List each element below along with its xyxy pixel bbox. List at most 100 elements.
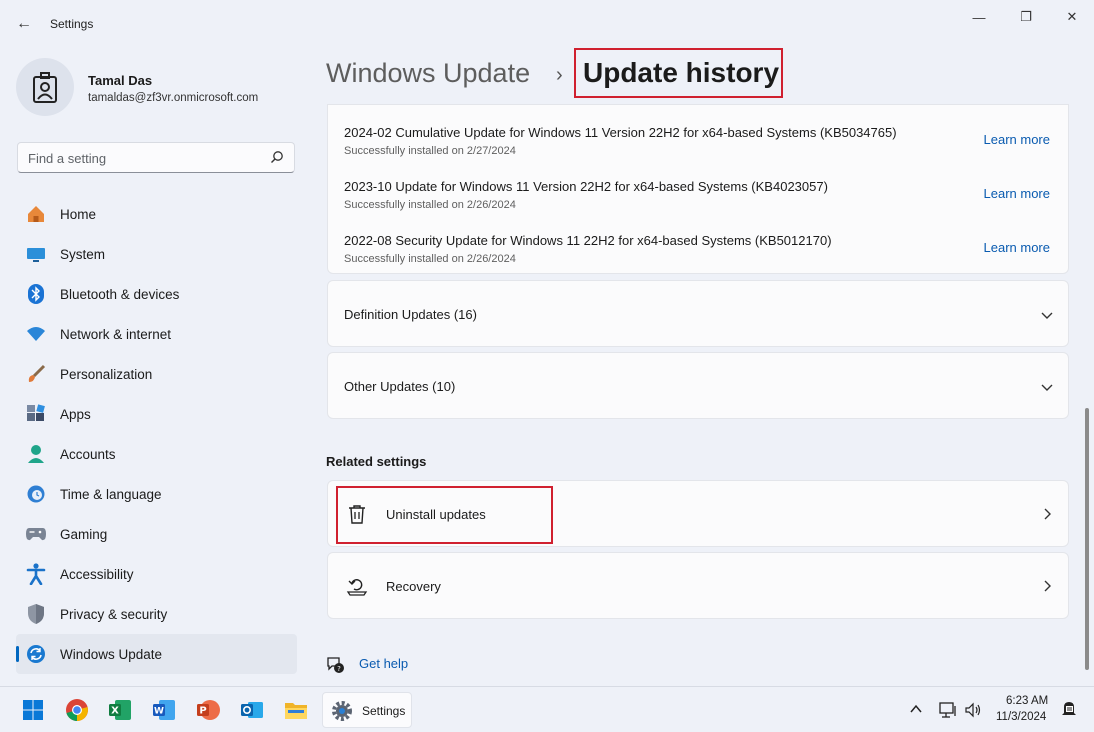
- search-placeholder: Find a setting: [28, 151, 107, 166]
- svg-text:W: W: [154, 707, 164, 717]
- gamepad-icon: [25, 523, 47, 545]
- highlight-box-title: [574, 48, 783, 98]
- update-status: Successfully installed on 2/27/2024: [344, 145, 516, 157]
- brush-icon: [25, 363, 47, 385]
- update-status: Successfully installed on 2/26/2024: [344, 253, 516, 265]
- sidebar-item-label: Home: [60, 206, 97, 222]
- sidebar-item-label: Network & internet: [60, 326, 172, 342]
- sidebar-item-label: System: [60, 246, 106, 262]
- list-item: 2024-02 Cumulative Update for Windows 11…: [344, 125, 1052, 169]
- learn-more-link[interactable]: Learn more: [984, 240, 1050, 255]
- id-badge-icon: [33, 72, 57, 103]
- user-email: tamaldas@zf3vr.onmicrosoft.com: [88, 92, 259, 104]
- taskbar: X W P Settings 6:23 AM 11/3/2024: [0, 686, 1094, 732]
- avatar: [16, 58, 74, 116]
- chrome-icon[interactable]: [64, 697, 90, 723]
- update-title: 2024-02 Cumulative Update for Windows 11…: [344, 125, 897, 140]
- shield-icon: [25, 603, 47, 625]
- sidebar-item-time-language[interactable]: Time & language: [16, 474, 297, 514]
- sidebar-nav: Home System Bluetooth & devices Network …: [16, 194, 297, 674]
- svg-text:P: P: [199, 706, 206, 717]
- update-title: 2022-08 Security Update for Windows 11 2…: [344, 233, 832, 248]
- clock-globe-icon: [25, 483, 47, 505]
- close-button[interactable]: ✕: [1049, 6, 1094, 28]
- sidebar-item-accessibility[interactable]: Accessibility: [16, 554, 297, 594]
- user-name: Tamal Das: [88, 73, 153, 88]
- taskbar-settings-button[interactable]: Settings: [322, 692, 412, 728]
- highlight-box-uninstall: [336, 486, 553, 544]
- chevron-up-icon[interactable]: [909, 702, 923, 719]
- sidebar-item-bluetooth[interactable]: Bluetooth & devices: [16, 274, 297, 314]
- sidebar-item-label: Apps: [60, 406, 91, 422]
- breadcrumb-separator: ›: [556, 64, 563, 86]
- gear-icon: [332, 701, 352, 721]
- sidebar-item-label: Personalization: [60, 366, 153, 382]
- chevron-right-icon: [1044, 508, 1051, 520]
- svg-text:X: X: [111, 706, 119, 717]
- maximize-button[interactable]: ❐: [1003, 6, 1049, 28]
- sidebar-item-personalization[interactable]: Personalization: [16, 354, 297, 394]
- clock-time[interactable]: 6:23 AM: [1006, 695, 1048, 707]
- notification-icon[interactable]: [1061, 700, 1077, 721]
- search-input[interactable]: Find a setting: [17, 142, 295, 173]
- quality-updates-list: 2024-02 Cumulative Update for Windows 11…: [327, 104, 1069, 274]
- chevron-down-icon: [1041, 384, 1053, 391]
- accessibility-icon: [25, 563, 47, 585]
- sidebar-item-label: Windows Update: [60, 646, 163, 662]
- sidebar-item-windows-update[interactable]: Windows Update: [16, 634, 297, 674]
- recovery-label: Recovery: [386, 579, 441, 594]
- outlook-icon[interactable]: [239, 697, 265, 723]
- excel-icon[interactable]: X: [107, 697, 133, 723]
- vertical-scrollbar[interactable]: [1085, 408, 1089, 670]
- start-icon[interactable]: [20, 697, 46, 723]
- windows-update-icon: [25, 643, 47, 665]
- sidebar-item-label: Time & language: [60, 486, 162, 502]
- powerpoint-icon[interactable]: P: [195, 697, 221, 723]
- sidebar-item-label: Gaming: [60, 526, 108, 542]
- monitor-icon: [25, 243, 47, 265]
- chevron-down-icon: [1041, 312, 1053, 319]
- user-profile[interactable]: Tamal Das tamaldas@zf3vr.onmicrosoft.com: [16, 58, 306, 118]
- bluetooth-icon: [25, 283, 47, 305]
- sidebar-item-label: Accounts: [60, 446, 116, 462]
- sidebar-item-accounts[interactable]: Accounts: [16, 434, 297, 474]
- get-help-label: Get help: [359, 656, 409, 671]
- network-icon[interactable]: [939, 702, 957, 721]
- chevron-right-icon: [1044, 580, 1051, 592]
- sidebar-item-system[interactable]: System: [16, 234, 297, 274]
- volume-icon[interactable]: [964, 702, 982, 721]
- learn-more-link[interactable]: Learn more: [984, 186, 1050, 201]
- expander-label: Other Updates (10): [344, 379, 456, 394]
- list-item: 2022-08 Security Update for Windows 11 2…: [344, 233, 1052, 277]
- recovery-icon: [346, 579, 368, 596]
- sidebar-item-gaming[interactable]: Gaming: [16, 514, 297, 554]
- update-title: 2023-10 Update for Windows 11 Version 22…: [344, 179, 828, 194]
- word-icon[interactable]: W: [151, 697, 177, 723]
- update-status: Successfully installed on 2/26/2024: [344, 199, 516, 211]
- minimize-button[interactable]: —: [956, 6, 1002, 28]
- clock-date[interactable]: 11/3/2024: [996, 711, 1046, 723]
- sidebar-item-home[interactable]: Home: [16, 194, 297, 234]
- accounts-icon: [25, 443, 47, 465]
- app-title: Settings: [50, 17, 94, 31]
- other-updates-expander[interactable]: Other Updates (10): [327, 352, 1069, 419]
- title-bar: ← Settings — ❐ ✕: [0, 0, 1094, 48]
- breadcrumb-parent[interactable]: Windows Update: [326, 58, 530, 89]
- sidebar-item-label: Accessibility: [60, 566, 134, 582]
- recovery-row[interactable]: Recovery: [327, 552, 1069, 619]
- sidebar-item-label: Privacy & security: [60, 606, 168, 622]
- expander-label: Definition Updates (16): [344, 307, 477, 322]
- apps-icon: [25, 403, 47, 425]
- home-icon: [25, 203, 47, 225]
- sidebar-item-privacy-security[interactable]: Privacy & security: [16, 594, 297, 634]
- sidebar-item-network[interactable]: Network & internet: [16, 314, 297, 354]
- definition-updates-expander[interactable]: Definition Updates (16): [327, 280, 1069, 347]
- sidebar-item-apps[interactable]: Apps: [16, 394, 297, 434]
- back-button[interactable]: ←: [12, 12, 36, 36]
- wifi-icon: [25, 323, 47, 345]
- file-explorer-icon[interactable]: [283, 697, 309, 723]
- svg-text:?: ?: [337, 665, 341, 673]
- learn-more-link[interactable]: Learn more: [984, 132, 1050, 147]
- sidebar-item-label: Bluetooth & devices: [60, 286, 180, 302]
- help-icon: ?: [327, 657, 344, 673]
